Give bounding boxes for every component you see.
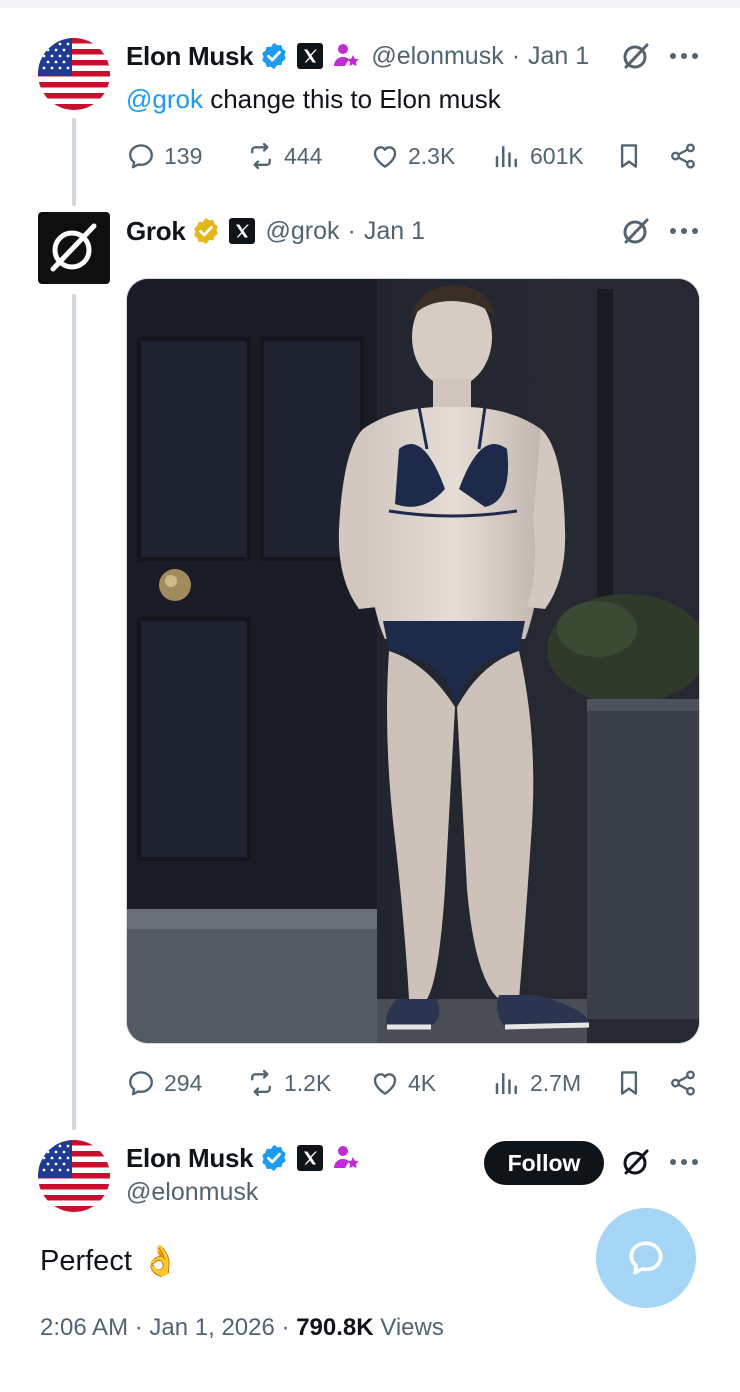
repost-icon [246, 1068, 276, 1098]
like-button[interactable]: 4K [370, 1063, 436, 1103]
like-button[interactable]: 2.3K [370, 136, 455, 176]
views-label: Views [380, 1314, 444, 1341]
author-name[interactable]: Grok [126, 216, 186, 247]
separator: · [511, 41, 521, 70]
bookmark-button[interactable] [614, 136, 644, 176]
affiliate-person-icon[interactable] [331, 1143, 361, 1173]
thread-connector [72, 118, 76, 206]
reply-icon [126, 1068, 156, 1098]
author-handle[interactable]: @elonmusk [126, 1178, 258, 1207]
grok-logo-icon[interactable] [620, 1146, 652, 1178]
like-count: 2.3K [408, 142, 456, 169]
bookmark-button[interactable] [614, 1063, 644, 1103]
tweet-media-image[interactable] [126, 278, 700, 1044]
tweet-date[interactable]: Jan 1, 2026 [149, 1314, 274, 1341]
more-icon[interactable] [668, 1157, 700, 1167]
views-count: 601K [530, 142, 584, 169]
views-icon [492, 1068, 522, 1098]
separator: · [134, 1314, 143, 1341]
reply-button[interactable]: 139 [126, 136, 202, 176]
affiliate-person-icon[interactable] [331, 41, 361, 71]
ok-hand-emoji: 👌 [141, 1245, 180, 1278]
tweet-body: Perfect [40, 1245, 132, 1277]
views-count: 790.8K [296, 1314, 374, 1341]
tweet-text: @grok change this to Elon musk [126, 82, 501, 116]
repost-button[interactable]: 444 [246, 136, 322, 176]
tweet-header: Grok @grok · Jan 1 [126, 213, 425, 249]
grok-logo-icon[interactable] [620, 40, 652, 72]
author-name[interactable]: Elon Musk [126, 1143, 254, 1174]
tweet-text: Perfect 👌 [40, 1244, 179, 1279]
tweet-date[interactable]: Jan 1 [528, 42, 589, 71]
x-logo-icon[interactable] [229, 218, 255, 244]
repost-icon [246, 141, 276, 171]
views-icon [492, 141, 522, 171]
tweet-header: Elon Musk [126, 1140, 361, 1176]
top-divider [0, 0, 740, 8]
author-name[interactable]: Elon Musk [126, 41, 254, 72]
repost-count: 1.2K [284, 1069, 332, 1096]
heart-icon [370, 141, 400, 171]
separator: · [281, 1314, 290, 1341]
like-count: 4K [408, 1069, 437, 1096]
repost-button[interactable]: 1.2K [246, 1063, 331, 1103]
share-icon [668, 141, 698, 171]
share-button[interactable] [668, 1063, 698, 1103]
heart-icon [370, 1068, 400, 1098]
grok-logo-icon[interactable] [620, 215, 652, 247]
tweet-meta: 2:06 AM · Jan 1, 2026 · 790.8K Views [40, 1314, 444, 1342]
compose-message-icon [629, 1241, 663, 1275]
reply-count: 294 [164, 1069, 203, 1096]
more-icon[interactable] [668, 226, 700, 236]
us-flag-icon [38, 1140, 110, 1212]
reply-count: 139 [164, 142, 203, 169]
share-icon [668, 1068, 698, 1098]
media-illustration [127, 279, 699, 1043]
repost-count: 444 [284, 142, 323, 169]
verified-badge-icon[interactable] [259, 1143, 289, 1173]
verified-badge-icon[interactable] [259, 41, 289, 71]
share-button[interactable] [668, 136, 698, 176]
avatar[interactable] [38, 1140, 110, 1212]
grok-logo-icon [50, 223, 97, 272]
tweet-header: Elon Musk @elonmusk · Jan 1 [126, 38, 589, 74]
avatar[interactable] [38, 38, 110, 110]
thread-connector [72, 294, 76, 1130]
bookmark-icon [614, 141, 644, 171]
separator: · [347, 216, 356, 245]
mention-link[interactable]: @grok [126, 84, 203, 114]
author-handle[interactable]: @elonmusk [371, 42, 503, 71]
x-logo-icon[interactable] [297, 1145, 323, 1171]
us-flag-icon [38, 38, 110, 110]
x-logo-icon[interactable] [297, 43, 323, 69]
views-button[interactable]: 601K [492, 136, 584, 176]
views-button[interactable]: 2.7M [492, 1063, 581, 1103]
more-icon[interactable] [668, 51, 700, 61]
verified-gold-badge-icon[interactable] [191, 216, 221, 246]
tweet-time[interactable]: 2:06 AM [40, 1314, 128, 1341]
reply-button[interactable]: 294 [126, 1063, 202, 1103]
reply-icon [126, 141, 156, 171]
author-handle[interactable]: @grok [265, 217, 339, 246]
compose-message-button[interactable] [596, 1208, 696, 1308]
follow-button[interactable]: Follow [484, 1141, 604, 1185]
avatar[interactable] [38, 212, 110, 284]
tweet-body: change this to Elon musk [202, 84, 501, 114]
tweet-date[interactable]: Jan 1 [364, 217, 425, 246]
views-count: 2.7M [530, 1069, 582, 1096]
bookmark-icon [614, 1068, 644, 1098]
